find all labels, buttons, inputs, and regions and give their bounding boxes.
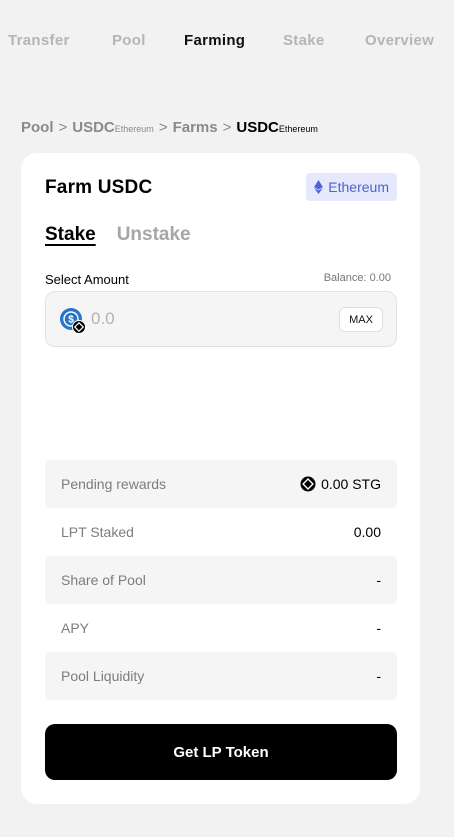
amount-input-box: $ MAX (45, 291, 397, 347)
breadcrumb-separator: > (158, 119, 168, 136)
pending-rewards-row: Pending rewards 0.00 STG (45, 460, 397, 508)
nav-overview[interactable]: Overview (365, 32, 434, 49)
apy-label: APY (61, 620, 90, 636)
tab-unstake[interactable]: Unstake (117, 224, 191, 248)
breadcrumb: Pool > USDCEthereum > Farms > USDCEthere… (21, 119, 318, 136)
breadcrumb-separator: > (58, 119, 68, 136)
breadcrumb-farms[interactable]: Farms (173, 119, 218, 136)
lpt-staked-row: LPT Staked 0.00 (45, 508, 397, 556)
get-lp-token-button[interactable]: Get LP Token (45, 724, 397, 780)
pool-liquidity-label: Pool Liquidity (61, 668, 145, 684)
chain-badge: Ethereum (306, 173, 397, 201)
breadcrumb-current-label: USDC (236, 119, 279, 136)
stake-tabs: Stake Unstake (45, 224, 191, 248)
share-of-pool-value: - (376, 572, 381, 588)
nav-transfer[interactable]: Transfer (8, 32, 70, 49)
farm-card: Farm USDC Ethereum Stake Unstake Select … (21, 153, 420, 804)
amount-input[interactable] (91, 292, 321, 346)
pending-rewards-value: 0.00 STG (321, 476, 381, 492)
max-button[interactable]: MAX (339, 307, 383, 332)
breadcrumb-asset[interactable]: USDCEthereum (72, 119, 154, 136)
nav-pool[interactable]: Pool (112, 32, 146, 49)
nav-farming[interactable]: Farming (184, 32, 245, 49)
pool-liquidity-row: Pool Liquidity - (45, 652, 397, 700)
lpt-staked-value: 0.00 (353, 524, 381, 540)
usdc-icon: $ (60, 308, 86, 334)
apy-row: APY - (45, 604, 397, 652)
ethereum-icon (314, 180, 324, 194)
lpt-staked-label: LPT Staked (61, 524, 134, 540)
stg-icon (300, 476, 316, 492)
pool-liquidity-value: - (376, 668, 381, 684)
nav-stake[interactable]: Stake (283, 32, 325, 49)
select-amount-label: Select Amount (45, 272, 129, 287)
breadcrumb-current-chain: Ethereum (278, 124, 318, 134)
balance-text: Balance: 0.00 (323, 272, 391, 284)
breadcrumb-separator: > (222, 119, 232, 136)
share-of-pool-label: Share of Pool (61, 572, 146, 588)
breadcrumb-current: USDCEthereum (236, 119, 318, 136)
pending-rewards-label: Pending rewards (61, 476, 167, 492)
pending-rewards-value-wrap: 0.00 STG (300, 476, 381, 492)
tab-stake[interactable]: Stake (45, 224, 96, 248)
share-of-pool-row: Share of Pool - (45, 556, 397, 604)
card-title: Farm USDC (45, 177, 153, 198)
breadcrumb-pool[interactable]: Pool (21, 119, 54, 136)
breadcrumb-asset-label: USDC (72, 119, 115, 136)
farm-info-list: Pending rewards 0.00 STG LPT Staked 0.00… (45, 460, 397, 700)
apy-value: - (376, 620, 381, 636)
breadcrumb-asset-chain: Ethereum (114, 124, 154, 134)
chain-badge-label: Ethereum (328, 179, 389, 195)
